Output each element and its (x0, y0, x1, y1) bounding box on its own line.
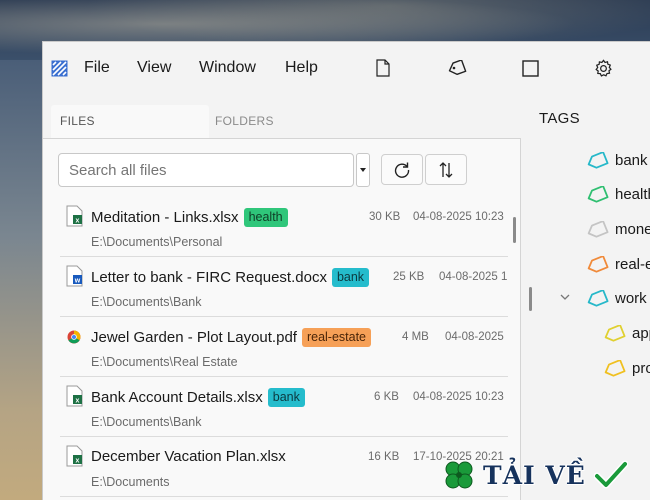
watermark: TẢI VỀ (441, 454, 650, 496)
tag-badge-health[interactable]: health (243, 208, 288, 227)
chevron-down-icon (360, 168, 366, 172)
file-name: Jewel Garden - Plot Layout.pdf real-estat… (91, 328, 372, 347)
tag-badge-real-estate[interactable]: real-estate (301, 328, 372, 347)
menu-file[interactable]: File (84, 59, 110, 77)
file-date: 04-08-2025 1 (439, 271, 508, 283)
refresh-button[interactable] (381, 154, 423, 185)
file-path: E:\Documents\Real Estate (91, 355, 238, 369)
desktop-sky-left (0, 60, 42, 500)
tag-badge-bank[interactable]: bank (331, 268, 370, 287)
menu-help[interactable]: Help (285, 59, 318, 77)
svg-text:w: w (74, 278, 81, 285)
word-file-icon: w (66, 265, 83, 287)
tab-files[interactable]: FILES (51, 105, 209, 138)
search-options-dropdown[interactable] (356, 153, 370, 187)
file-name: Letter to bank - FIRC Request.docx bank (91, 268, 370, 287)
refresh-icon (394, 162, 410, 178)
excel-file-icon: x (66, 205, 83, 227)
file-date: 04-08-2025 10:23 (413, 391, 504, 403)
file-list-scrollbar[interactable] (513, 217, 516, 243)
files-pane: x Meditation - Links.xlsxhealth 30 KB 04… (43, 138, 521, 500)
tag-icon[interactable] (447, 57, 467, 79)
file-name: Bank Account Details.xlsx bank (91, 388, 305, 407)
tags-scrollbar[interactable] (529, 287, 532, 311)
file-size: 25 KB (393, 271, 425, 283)
clover-icon (445, 461, 473, 489)
watermark-text: TẢI VỀ (483, 460, 586, 490)
app-window: File View Window Help FILES FOLDERS Sear… (42, 41, 650, 500)
excel-file-icon: x (66, 385, 83, 407)
new-file-icon[interactable] (373, 57, 393, 79)
menu-view[interactable]: View (137, 59, 171, 77)
tag-icon (587, 256, 609, 273)
file-size: 16 KB (368, 451, 400, 463)
tag-icon (587, 152, 609, 169)
checkmark-icon (593, 460, 628, 489)
file-size: 4 MB (402, 331, 429, 343)
tag-icon (587, 186, 609, 203)
file-path: E:\Documents\Bank (91, 295, 202, 309)
chevron-down-icon[interactable] (560, 294, 570, 301)
settings-gear-icon[interactable] (593, 57, 613, 79)
tag-icon (587, 290, 609, 307)
file-list-item[interactable]: x Meditation - Links.xlsx health 30 KB 04… (43, 197, 513, 257)
tag-icon (604, 325, 626, 342)
file-list-item[interactable]: Jewel Garden - Plot Layout.pdf real-estat… (43, 317, 513, 377)
file-list-item[interactable]: x Bank Account Details.xlsx bank 6 KB 04-… (43, 377, 513, 437)
square-icon[interactable] (520, 57, 540, 79)
file-path: E:\Documents (91, 475, 170, 489)
file-date: 04-08-2025 (445, 331, 504, 343)
excel-file-icon: x (66, 445, 83, 467)
svg-text:x: x (76, 218, 80, 225)
pdf-file-icon (67, 330, 81, 344)
divider (60, 496, 508, 497)
file-path: E:\Documents\Bank (91, 415, 202, 429)
tags-heading: TAGS (539, 110, 580, 127)
file-name: December Vacation Plan.xlsx (91, 448, 286, 465)
file-path: E:\Documents\Personal (91, 235, 223, 249)
sort-icon (439, 161, 453, 178)
tag-badge-bank[interactable]: bank (267, 388, 305, 407)
svg-text:x: x (76, 458, 80, 465)
svg-text:x: x (76, 398, 80, 405)
file-list-item[interactable]: w Letter to bank - FIRC Request.docx bank… (43, 257, 513, 317)
file-size: 30 KB (369, 211, 401, 223)
app-logo-icon (51, 60, 68, 77)
sort-button[interactable] (425, 154, 467, 185)
menu-window[interactable]: Window (199, 59, 256, 77)
tag-icon (587, 221, 609, 238)
file-name: Meditation - Links.xlsx health (91, 208, 288, 227)
tag-icon (604, 360, 626, 377)
tab-folders[interactable]: FOLDERS (206, 105, 356, 138)
menu-bar: File View Window Help (43, 42, 650, 94)
file-date: 04-08-2025 10:23 (413, 211, 504, 223)
file-size: 6 KB (374, 391, 399, 403)
search-input[interactable] (58, 153, 354, 187)
